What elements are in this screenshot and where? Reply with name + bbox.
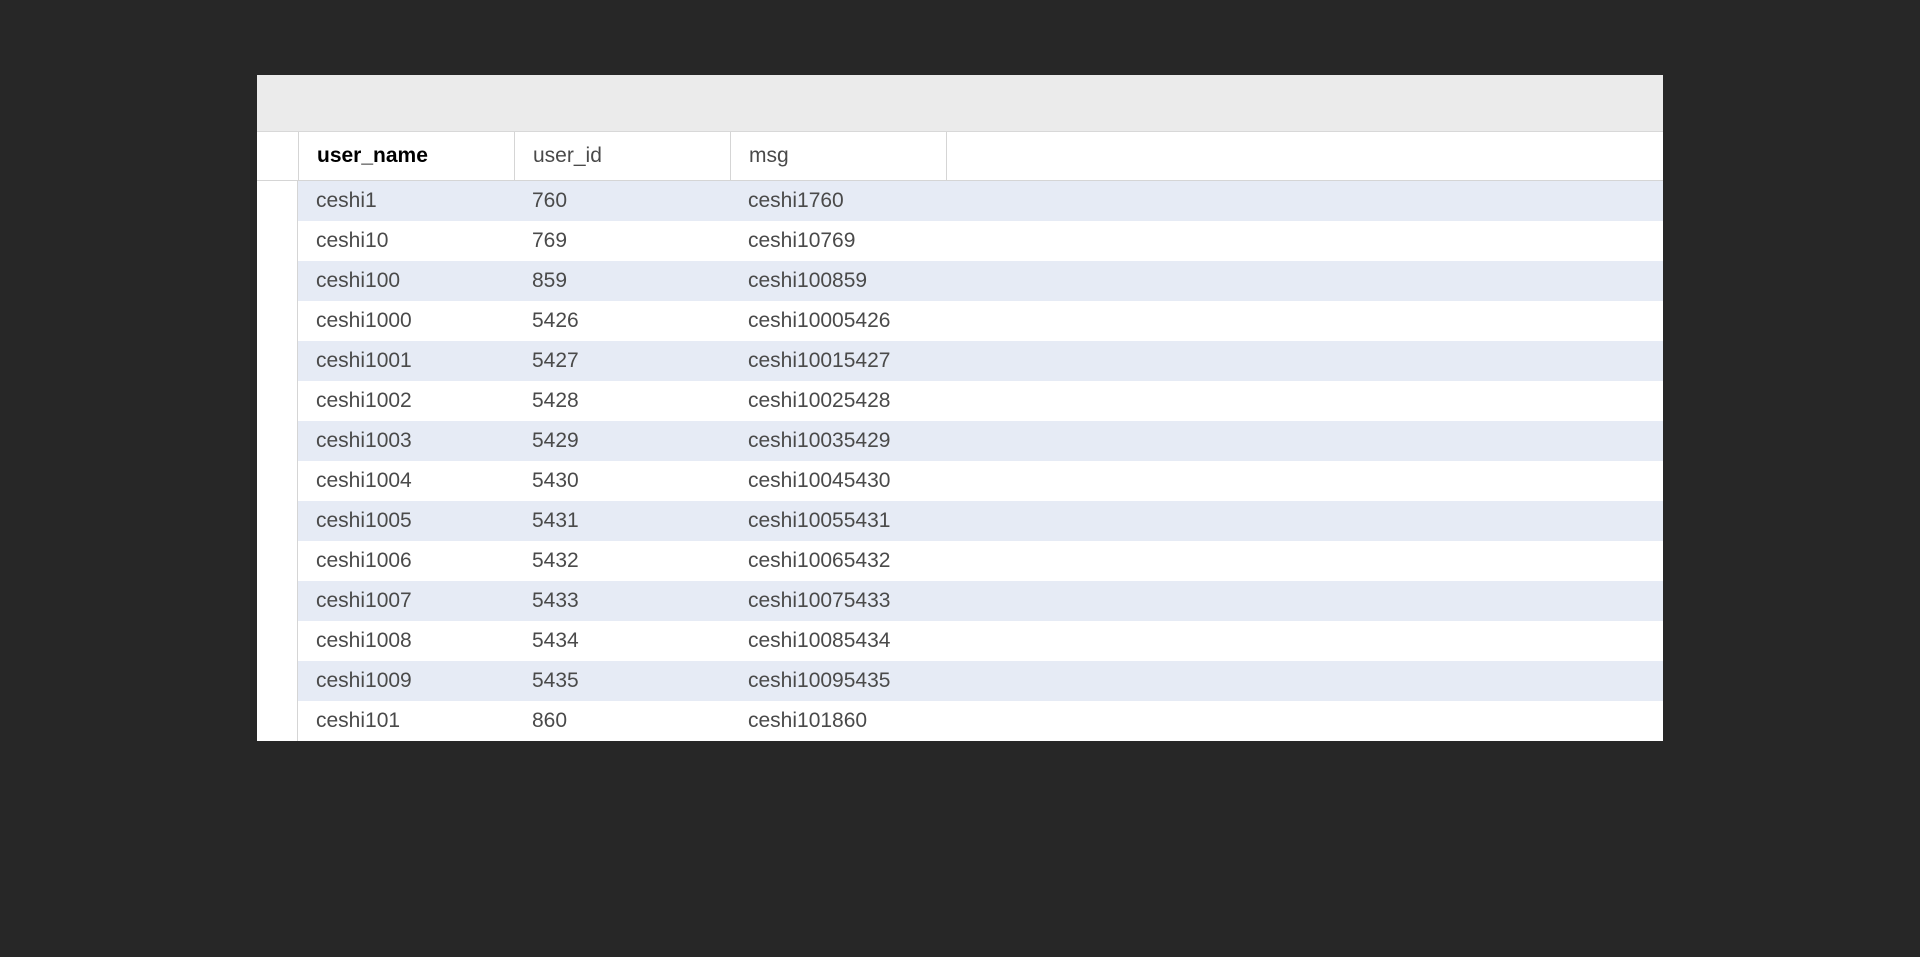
column-header-msg[interactable]: msg <box>730 132 946 180</box>
row-number-cell[interactable] <box>257 341 298 381</box>
cell-user-name[interactable]: ceshi10 <box>298 229 514 253</box>
cell-user-id[interactable]: 5434 <box>514 629 730 653</box>
table-row[interactable]: ceshi10025428ceshi10025428 <box>257 381 1663 421</box>
table-row[interactable]: ceshi10769ceshi10769 <box>257 221 1663 261</box>
column-header-empty <box>946 132 1663 180</box>
row-number-cell[interactable] <box>257 581 298 621</box>
table-row[interactable]: ceshi10015427ceshi10015427 <box>257 341 1663 381</box>
row-number-cell[interactable] <box>257 541 298 581</box>
cell-msg[interactable]: ceshi10769 <box>730 229 946 253</box>
cell-user-name[interactable]: ceshi1007 <box>298 589 514 613</box>
cell-user-id[interactable]: 5432 <box>514 549 730 573</box>
cell-msg[interactable]: ceshi10025428 <box>730 389 946 413</box>
cell-user-name[interactable]: ceshi1005 <box>298 509 514 533</box>
cell-user-name[interactable]: ceshi1 <box>298 189 514 213</box>
cell-user-id[interactable]: 769 <box>514 229 730 253</box>
cell-msg[interactable]: ceshi10085434 <box>730 629 946 653</box>
cell-user-name[interactable]: ceshi1004 <box>298 469 514 493</box>
row-number-cell[interactable] <box>257 301 298 341</box>
cell-user-id[interactable]: 760 <box>514 189 730 213</box>
cell-user-name[interactable]: ceshi1008 <box>298 629 514 653</box>
cell-msg[interactable]: ceshi101860 <box>730 709 946 733</box>
cell-user-id[interactable]: 5427 <box>514 349 730 373</box>
cell-user-name[interactable]: ceshi1000 <box>298 309 514 333</box>
table-row[interactable]: ceshi10085434ceshi10085434 <box>257 621 1663 661</box>
table-header-row: user_name user_id msg <box>257 132 1663 181</box>
cell-user-name[interactable]: ceshi1002 <box>298 389 514 413</box>
table-row[interactable]: ceshi10035429ceshi10035429 <box>257 421 1663 461</box>
cell-msg[interactable]: ceshi100859 <box>730 269 946 293</box>
cell-user-name[interactable]: ceshi100 <box>298 269 514 293</box>
cell-msg[interactable]: ceshi10065432 <box>730 549 946 573</box>
table-row[interactable]: ceshi10095435ceshi10095435 <box>257 661 1663 701</box>
cell-msg[interactable]: ceshi10055431 <box>730 509 946 533</box>
data-table: user_name user_id msg ceshi1760ceshi1760… <box>257 132 1663 741</box>
cell-msg[interactable]: ceshi10095435 <box>730 669 946 693</box>
table-row[interactable]: ceshi10055431ceshi10055431 <box>257 501 1663 541</box>
cell-msg[interactable]: ceshi10045430 <box>730 469 946 493</box>
column-header-user-name[interactable]: user_name <box>298 132 514 180</box>
table-row[interactable]: ceshi10045430ceshi10045430 <box>257 461 1663 501</box>
cell-msg[interactable]: ceshi10005426 <box>730 309 946 333</box>
table-body: ceshi1760ceshi1760ceshi10769ceshi10769ce… <box>257 181 1663 741</box>
cell-user-id[interactable]: 5433 <box>514 589 730 613</box>
table-row[interactable]: ceshi1760ceshi1760 <box>257 181 1663 221</box>
cell-msg[interactable]: ceshi10075433 <box>730 589 946 613</box>
cell-user-id[interactable]: 5428 <box>514 389 730 413</box>
cell-msg[interactable]: ceshi1760 <box>730 189 946 213</box>
table-row[interactable]: ceshi101860ceshi101860 <box>257 701 1663 741</box>
cell-user-id[interactable]: 859 <box>514 269 730 293</box>
cell-user-name[interactable]: ceshi101 <box>298 709 514 733</box>
row-number-cell[interactable] <box>257 221 298 261</box>
row-number-cell[interactable] <box>257 181 298 221</box>
row-number-cell[interactable] <box>257 661 298 701</box>
column-header-user-id[interactable]: user_id <box>514 132 730 180</box>
toolbar <box>257 75 1663 132</box>
cell-user-id[interactable]: 5435 <box>514 669 730 693</box>
cell-user-name[interactable]: ceshi1009 <box>298 669 514 693</box>
row-number-cell[interactable] <box>257 461 298 501</box>
cell-user-id[interactable]: 5430 <box>514 469 730 493</box>
row-number-cell[interactable] <box>257 261 298 301</box>
cell-msg[interactable]: ceshi10035429 <box>730 429 946 453</box>
row-number-cell[interactable] <box>257 421 298 461</box>
table-row[interactable]: ceshi10065432ceshi10065432 <box>257 541 1663 581</box>
app-window: user_name user_id msg ceshi1760ceshi1760… <box>257 75 1663 741</box>
cell-user-id[interactable]: 5429 <box>514 429 730 453</box>
table-row[interactable]: ceshi100859ceshi100859 <box>257 261 1663 301</box>
table-row[interactable]: ceshi10075433ceshi10075433 <box>257 581 1663 621</box>
row-number-cell[interactable] <box>257 381 298 421</box>
cell-user-name[interactable]: ceshi1006 <box>298 549 514 573</box>
table-row[interactable]: ceshi10005426ceshi10005426 <box>257 301 1663 341</box>
cell-user-id[interactable]: 5426 <box>514 309 730 333</box>
cell-user-name[interactable]: ceshi1003 <box>298 429 514 453</box>
row-number-cell[interactable] <box>257 701 298 741</box>
cell-user-name[interactable]: ceshi1001 <box>298 349 514 373</box>
row-number-cell[interactable] <box>257 501 298 541</box>
cell-msg[interactable]: ceshi10015427 <box>730 349 946 373</box>
row-number-cell[interactable] <box>257 621 298 661</box>
cell-user-id[interactable]: 860 <box>514 709 730 733</box>
cell-user-id[interactable]: 5431 <box>514 509 730 533</box>
